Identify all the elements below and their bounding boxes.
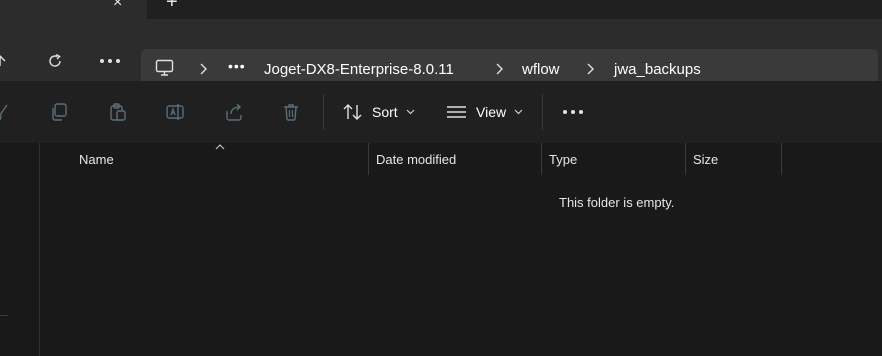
column-header-date-modified[interactable]: Date modified (376, 152, 456, 167)
more-icon (563, 110, 583, 114)
column-header-name[interactable]: Name (79, 152, 114, 167)
view-button[interactable]: View (446, 98, 523, 126)
column-divider[interactable] (368, 143, 369, 175)
column-divider[interactable] (541, 143, 542, 175)
navigation-pane-edge (0, 315, 8, 316)
chevron-down-icon (406, 109, 415, 115)
chevron-right-icon (496, 63, 503, 75)
rename-icon[interactable] (165, 102, 185, 122)
chevron-right-icon (587, 63, 594, 75)
chevron-down-icon (514, 109, 523, 115)
tab-bar: × + (0, 0, 882, 19)
close-tab-icon[interactable]: × (113, 0, 122, 12)
sort-icon (343, 104, 362, 120)
column-header-type[interactable]: Type (549, 152, 577, 167)
sort-label: Sort (372, 104, 398, 120)
column-divider[interactable] (685, 143, 686, 175)
more-icon[interactable] (98, 49, 122, 73)
sort-ascending-icon (215, 144, 225, 150)
navigation-pane-divider[interactable] (39, 143, 40, 356)
toolbar-divider (542, 94, 543, 130)
new-tab-icon[interactable]: + (166, 0, 178, 14)
refresh-icon[interactable] (43, 49, 67, 73)
breadcrumb-overflow[interactable]: ••• (228, 58, 246, 74)
breadcrumb-item-wflow[interactable]: wflow (522, 61, 560, 78)
breadcrumb-item-jwa-backups[interactable]: jwa_backups (614, 61, 701, 78)
sort-button[interactable]: Sort (342, 98, 415, 126)
chevron-right-icon (200, 63, 207, 75)
share-icon[interactable] (224, 102, 244, 122)
see-more-button[interactable] (562, 98, 584, 126)
this-pc-icon[interactable] (155, 59, 175, 82)
address-bar-row: ••• Joget-DX8-Enterprise-8.0.11 wflow jw… (0, 19, 882, 87)
empty-folder-message: This folder is empty. (559, 195, 675, 210)
view-list-icon (447, 106, 466, 118)
breadcrumb-item-joget[interactable]: Joget-DX8-Enterprise-8.0.11 (264, 61, 454, 78)
view-label: View (476, 104, 507, 120)
command-bar: Sort View (0, 81, 882, 143)
cut-icon[interactable] (0, 102, 12, 122)
column-header-size[interactable]: Size (693, 152, 718, 167)
copy-icon[interactable] (49, 102, 69, 122)
toolbar-divider (323, 94, 324, 130)
file-list-pane: Name Date modified Type Size This folder… (0, 143, 882, 356)
up-arrow-icon[interactable] (0, 49, 12, 73)
delete-icon[interactable] (281, 102, 301, 122)
active-tab[interactable]: × (0, 0, 147, 19)
paste-icon[interactable] (108, 102, 128, 122)
column-divider[interactable] (781, 143, 782, 175)
